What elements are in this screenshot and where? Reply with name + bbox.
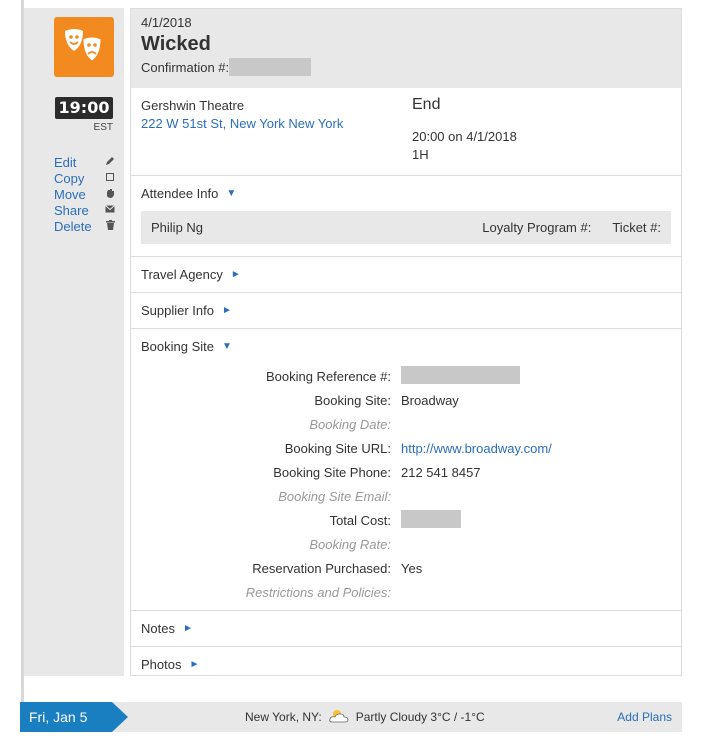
booking-date-row: Booking Date: [141, 412, 671, 436]
booking-email-row: Booking Site Email: [141, 484, 671, 508]
event-title: Wicked [141, 33, 211, 55]
booking-details: Booking Reference #: Booking Site: Broad… [141, 364, 671, 610]
booking-reference-redacted [401, 365, 520, 384]
delete-action[interactable]: Delete [54, 218, 116, 234]
weather-forecast: Partly Cloudy 3°C / -1°C [355, 710, 485, 724]
booking-site-value: Broadway [401, 392, 459, 408]
triangle-right-icon: ► [230, 269, 241, 280]
envelope-icon [104, 204, 116, 216]
attendee-section-toggle[interactable]: Attendee Info ▼ [141, 176, 671, 211]
booking-date-label: Booking Date: [309, 416, 391, 432]
reservation-purchased-value: Yes [401, 560, 423, 576]
booking-url-label: Booking Site URL: [284, 440, 391, 456]
booking-reference-label: Booking Reference #: [265, 368, 391, 384]
notes-section: Notes ► [131, 611, 681, 647]
total-cost-row: Total Cost: [141, 508, 671, 532]
attendee-row: Philip Ng Loyalty Program #: Ticket #: [141, 211, 671, 244]
total-cost-label: Total Cost: [329, 512, 391, 528]
location-section: Gershwin Theatre 222 W 51st St, New York… [131, 88, 681, 176]
travel-agency-title: Travel Agency [141, 267, 223, 282]
booking-toggle[interactable]: Booking Site ▼ [141, 329, 671, 364]
triangle-right-icon: ► [222, 305, 232, 316]
confirmation-redacted [229, 58, 312, 76]
share-link[interactable]: Share [54, 203, 89, 218]
share-action[interactable]: Share [54, 202, 116, 218]
day-header-bar: Fri, Jan 5 New York, NY: Partly Cloudy 3… [20, 702, 682, 732]
add-plans-link[interactable]: Add Plans [617, 702, 672, 732]
reservation-purchased-row: Reservation Purchased: Yes [141, 556, 671, 580]
copy-link[interactable]: Copy [54, 171, 84, 186]
travel-agency-section: Travel Agency ► [131, 257, 681, 293]
photos-title: Photos [141, 657, 182, 672]
notes-toggle[interactable]: Notes ► [141, 611, 671, 646]
weather-info: New York, NY: Partly Cloudy 3°C / -1°C [245, 702, 485, 732]
event-date: 4/1/2018 [141, 15, 192, 30]
end-label: End [412, 96, 441, 113]
total-cost-redacted [401, 509, 461, 528]
attendee-section-title: Attendee Info [141, 186, 219, 201]
booking-rate-label: Booking Rate: [309, 536, 391, 552]
time-zone: EST [93, 122, 113, 133]
move-link[interactable]: Move [54, 187, 86, 202]
delete-link[interactable]: Delete [54, 219, 92, 234]
venue-name: Gershwin Theatre [141, 98, 245, 113]
duration: 1H [412, 147, 429, 162]
booking-phone-value: 212 541 8457 [401, 464, 481, 480]
booking-reference-row: Booking Reference #: [141, 364, 671, 388]
copy-action[interactable]: Copy [54, 170, 116, 186]
edit-action[interactable]: Edit [54, 154, 116, 170]
loyalty-label: Loyalty Program #: [482, 220, 592, 235]
weather-location: New York, NY: [245, 710, 322, 724]
photos-section: Photos ► [131, 647, 681, 682]
booking-site-row: Booking Site: Broadway [141, 388, 671, 412]
attendee-name: Philip Ng [151, 220, 204, 235]
partly-cloudy-icon [328, 708, 350, 727]
event-actions: Edit Copy Move Share Delete [54, 154, 116, 234]
hand-icon [104, 188, 116, 201]
booking-url-row: Booking Site URL: http://www.broadway.co… [141, 436, 671, 460]
supplier-toggle[interactable]: Supplier Info ► [141, 293, 671, 328]
confirmation-label: Confirmation #: [141, 59, 230, 75]
booking-section: Booking Site ▼ Booking Reference #: Book… [131, 329, 681, 611]
booking-phone-label: Booking Site Phone: [273, 464, 391, 480]
end-time: 20:00 on 4/1/2018 [412, 129, 517, 144]
move-action[interactable]: Move [54, 186, 116, 202]
restrictions-row: Restrictions and Policies: [141, 580, 671, 604]
event-header: 4/1/2018 Wicked Confirmation #: [131, 9, 681, 88]
booking-phone-row: Booking Site Phone: 212 541 8457 [141, 460, 671, 484]
travel-agency-toggle[interactable]: Travel Agency ► [141, 257, 671, 292]
triangle-right-icon: ► [182, 623, 193, 634]
trash-icon [104, 219, 116, 233]
edit-link[interactable]: Edit [54, 155, 76, 170]
theater-masks-icon [54, 17, 114, 77]
photos-toggle[interactable]: Photos ► [141, 647, 671, 682]
triangle-down-icon: ▼ [222, 341, 232, 352]
day-label[interactable]: Fri, Jan 5 [20, 702, 128, 732]
event-sidebar: 19:00 EST Edit Copy Move Share Delete [24, 8, 124, 676]
confirmation-row: Confirmation #: [141, 58, 671, 76]
triangle-right-icon: ► [189, 659, 200, 670]
restrictions-label: Restrictions and Policies: [245, 584, 391, 600]
reservation-purchased-label: Reservation Purchased: [252, 560, 391, 576]
booking-site-label: Booking Site: [314, 392, 391, 408]
booking-rate-row: Booking Rate: [141, 532, 671, 556]
event-details-panel: 4/1/2018 Wicked Confirmation #: Gershwin… [130, 8, 682, 676]
booking-email-label: Booking Site Email: [278, 488, 391, 504]
notes-title: Notes [141, 621, 175, 636]
booking-title: Booking Site [141, 339, 214, 354]
start-time: 19:00 [55, 97, 113, 119]
venue-address-link[interactable]: 222 W 51st St, New York New York [141, 116, 343, 131]
pencil-icon [104, 156, 116, 169]
attendee-section: Attendee Info ▼ Philip Ng Loyalty Progra… [131, 176, 681, 257]
supplier-title: Supplier Info [141, 303, 214, 318]
booking-url-link[interactable]: http://www.broadway.com/ [401, 441, 671, 456]
supplier-section: Supplier Info ► [131, 293, 681, 329]
copy-icon [104, 172, 116, 185]
ticket-label: Ticket #: [612, 220, 661, 235]
triangle-down-icon: ▼ [226, 188, 237, 199]
